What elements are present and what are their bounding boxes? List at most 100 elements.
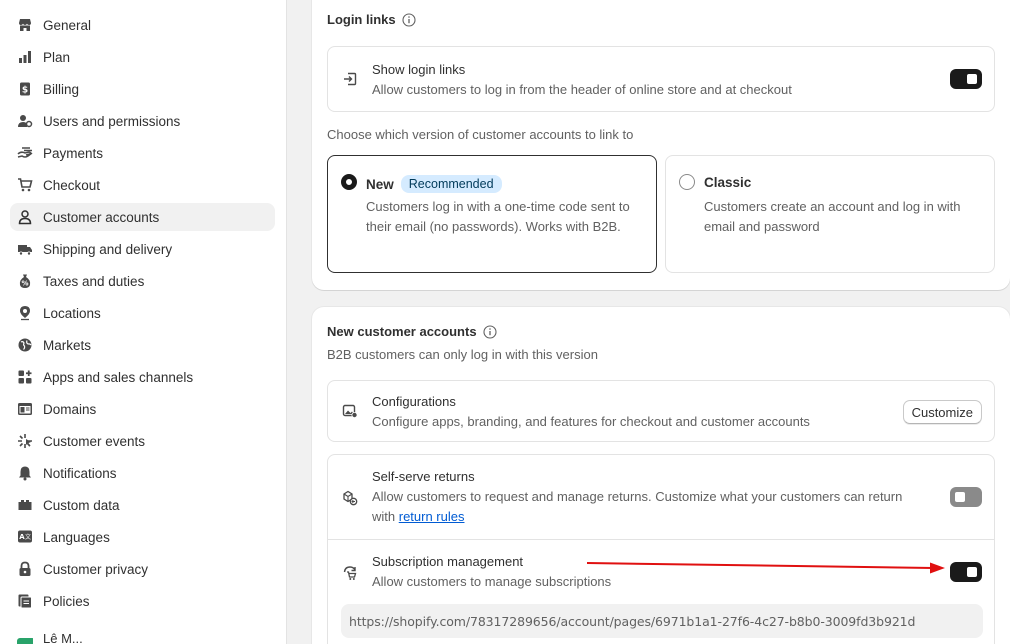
sidebar-item-checkout[interactable]: Checkout: [10, 171, 275, 199]
info-icon[interactable]: [482, 324, 497, 339]
sidebar-item-customer-privacy[interactable]: Customer privacy: [10, 555, 275, 583]
apps-icon: [17, 369, 33, 385]
login-links-heading: Login links: [327, 12, 416, 27]
sidebar-item-users[interactable]: Users and permissions: [10, 107, 275, 135]
location-icon: [17, 305, 33, 321]
sidebar-item-markets[interactable]: Markets: [10, 331, 275, 359]
globe-icon: [17, 337, 33, 353]
features-box: Self-serve returns Allow customers to re…: [327, 454, 995, 644]
sidebar-item-plan[interactable]: Plan: [10, 43, 275, 71]
choose-version-label: Choose which version of customer account…: [327, 127, 634, 142]
toggle-knob: [967, 74, 977, 84]
sidebar-item-label: Customer events: [43, 433, 146, 449]
new-accounts-subtitle: B2B customers can only log in with this …: [327, 347, 598, 362]
option-classic-title: Classic: [704, 175, 752, 190]
radio-classic[interactable]: [679, 174, 695, 190]
sidebar-item-label: Customer accounts: [43, 209, 160, 225]
sidebar-item-label: Custom data: [43, 497, 120, 513]
divider: [328, 539, 994, 540]
show-login-links-title: Show login links: [372, 62, 466, 77]
sidebar-item-custom-data[interactable]: Custom data: [10, 491, 275, 519]
section-title: Login links: [327, 12, 396, 27]
sidebar-item-label: Policies: [43, 593, 90, 609]
cart-icon: [17, 177, 33, 193]
person-icon: [17, 209, 33, 225]
sidebar-item-label: Billing: [43, 81, 80, 97]
configurations-desc: Configure apps, branding, and features f…: [372, 414, 810, 429]
new-customer-accounts-card: New customer accounts B2B customers can …: [312, 307, 1010, 644]
sidebar-item-shipping[interactable]: Shipping and delivery: [10, 235, 275, 263]
recommended-badge: Recommended: [400, 175, 502, 193]
option-new-title: New: [366, 176, 394, 192]
sidebar-item-label: Shipping and delivery: [43, 241, 173, 257]
payments-icon: [17, 145, 33, 161]
settings-main: Login links Show login links Allow custo…: [287, 0, 1010, 644]
show-login-links-desc: Allow customers to log in from the heade…: [372, 82, 792, 97]
option-new-accounts[interactable]: New Recommended Customers log in with a …: [327, 155, 657, 273]
tax-icon: %: [17, 273, 33, 289]
sidebar-item-label: Taxes and duties: [43, 273, 145, 289]
sidebar-item-customer-accounts[interactable]: Customer accounts: [10, 203, 275, 231]
login-links-card: Login links Show login links Allow custo…: [312, 0, 1010, 290]
self-serve-returns-title: Self-serve returns: [372, 469, 475, 484]
sidebar-item-label: Domains: [43, 401, 97, 417]
return-rules-link[interactable]: return rules: [399, 509, 465, 524]
self-serve-returns-desc: Allow customers to request and manage re…: [372, 487, 912, 527]
custom-data-icon: [17, 497, 33, 513]
sidebar-item-label: Users and permissions: [43, 113, 181, 129]
sidebar-item-taxes[interactable]: % Taxes and duties: [10, 267, 275, 295]
option-classic-desc: Customers create an account and log in w…: [704, 199, 961, 234]
subscription-management-title: Subscription management: [372, 554, 524, 569]
subscription-url-field[interactable]: https://shopify.com/78317289656/account/…: [341, 604, 983, 638]
bell-icon: [17, 465, 33, 481]
sidebar-item-locations[interactable]: Locations: [10, 299, 275, 327]
svg-text:%: %: [21, 280, 28, 288]
sidebar-item-billing[interactable]: $ Billing: [10, 75, 275, 103]
billing-icon: $: [17, 81, 33, 97]
login-arrow-icon: [342, 71, 358, 87]
toggle-knob: [967, 567, 977, 577]
configurations-title: Configurations: [372, 394, 456, 409]
store-icon: [17, 17, 33, 33]
sidebar-item-label: Customer privacy: [43, 561, 149, 577]
show-login-links-toggle[interactable]: [950, 69, 982, 89]
policies-icon: [17, 593, 33, 609]
plan-icon: [17, 49, 33, 65]
show-login-links-row: Show login links Allow customers to log …: [327, 46, 995, 112]
users-icon: [17, 113, 33, 129]
subscription-management-toggle[interactable]: [950, 562, 982, 582]
sidebar-item-apps[interactable]: Apps and sales channels: [10, 363, 275, 391]
sidebar-item-languages[interactable]: A文 Languages: [10, 523, 275, 551]
sidebar-item-general[interactable]: General: [10, 11, 275, 39]
sidebar-item-partial[interactable]: Lê M...: [10, 630, 275, 644]
option-new-title-row: New Recommended: [366, 175, 502, 193]
toggle-knob: [955, 492, 965, 502]
returns-icon: [342, 490, 358, 506]
sidebar-item-label: Apps and sales channels: [43, 369, 194, 385]
settings-sidebar: General Plan $ Billing Users and permiss…: [0, 0, 287, 644]
radio-new[interactable]: [341, 174, 357, 190]
app-badge-icon: [17, 634, 33, 644]
sidebar-item-domains[interactable]: Domains: [10, 395, 275, 423]
sidebar-item-payments[interactable]: Payments: [10, 139, 275, 167]
self-serve-returns-toggle[interactable]: [950, 487, 982, 507]
sidebar-item-label: Markets: [43, 337, 92, 353]
sidebar-item-customer-events[interactable]: Customer events: [10, 427, 275, 455]
language-icon: A文: [17, 529, 33, 545]
option-new-desc: Customers log in with a one-time code se…: [366, 199, 630, 234]
sidebar-item-label: Locations: [43, 305, 101, 321]
truck-icon: [17, 241, 33, 257]
domain-icon: [17, 401, 33, 417]
customize-button[interactable]: Customize: [902, 400, 982, 424]
section-title: New customer accounts: [327, 324, 477, 339]
sidebar-item-notifications[interactable]: Notifications: [10, 459, 275, 487]
sidebar-item-label: Checkout: [43, 177, 101, 193]
sidebar-item-policies[interactable]: Policies: [10, 587, 275, 615]
sidebar-item-label: Lê M...: [43, 630, 83, 644]
image-settings-icon: [342, 403, 358, 419]
sidebar-item-label: Notifications: [43, 465, 117, 481]
subscription-icon: [342, 565, 358, 581]
option-classic-accounts[interactable]: Classic Customers create an account and …: [665, 155, 995, 273]
sidebar-item-label: General: [43, 17, 92, 33]
info-icon[interactable]: [402, 12, 416, 27]
